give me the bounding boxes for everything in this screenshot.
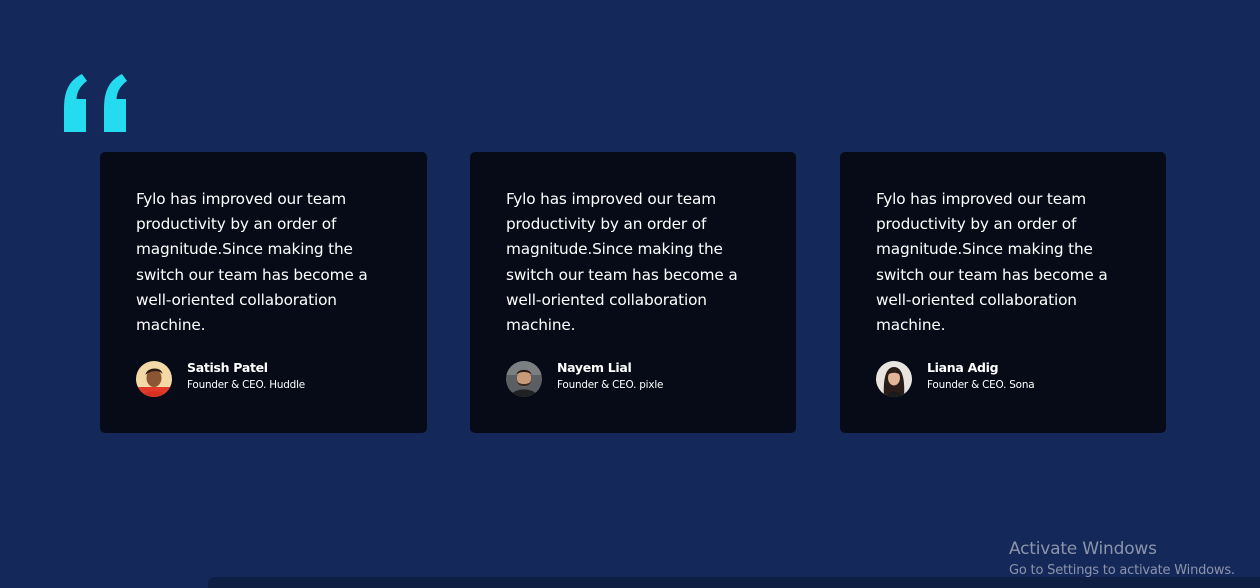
activation-watermark: Activate Windows Go to Settings to activ… bbox=[1009, 539, 1235, 578]
testimonial-text: Fylo has improved our team productivity … bbox=[136, 190, 368, 335]
author-name: Liana Adig bbox=[927, 360, 999, 375]
author-name: Nayem Lial bbox=[557, 360, 632, 375]
next-section-edge bbox=[208, 577, 1260, 588]
author-role: Founder & CEO. Sona bbox=[927, 379, 1035, 391]
testimonial-text: Fylo has improved our team productivity … bbox=[876, 190, 1108, 335]
watermark-subtitle: Go to Settings to activate Windows. bbox=[1009, 563, 1235, 578]
author-role: Founder & CEO. Huddle bbox=[187, 379, 305, 391]
author-name: Satish Patel bbox=[187, 360, 268, 375]
testimonial-text: Fylo has improved our team productivity … bbox=[506, 190, 738, 335]
avatar bbox=[136, 361, 172, 397]
testimonial-card: Fylo has improved our team productivity … bbox=[100, 152, 427, 433]
author-role: Founder & CEO. pixle bbox=[557, 379, 664, 391]
avatar bbox=[876, 361, 912, 397]
testimonial-card: Fylo has improved our team productivity … bbox=[470, 152, 796, 433]
watermark-title: Activate Windows bbox=[1009, 539, 1157, 559]
avatar bbox=[506, 361, 542, 397]
left-double-quote-icon bbox=[64, 74, 127, 132]
testimonial-card: Fylo has improved our team productivity … bbox=[840, 152, 1166, 433]
